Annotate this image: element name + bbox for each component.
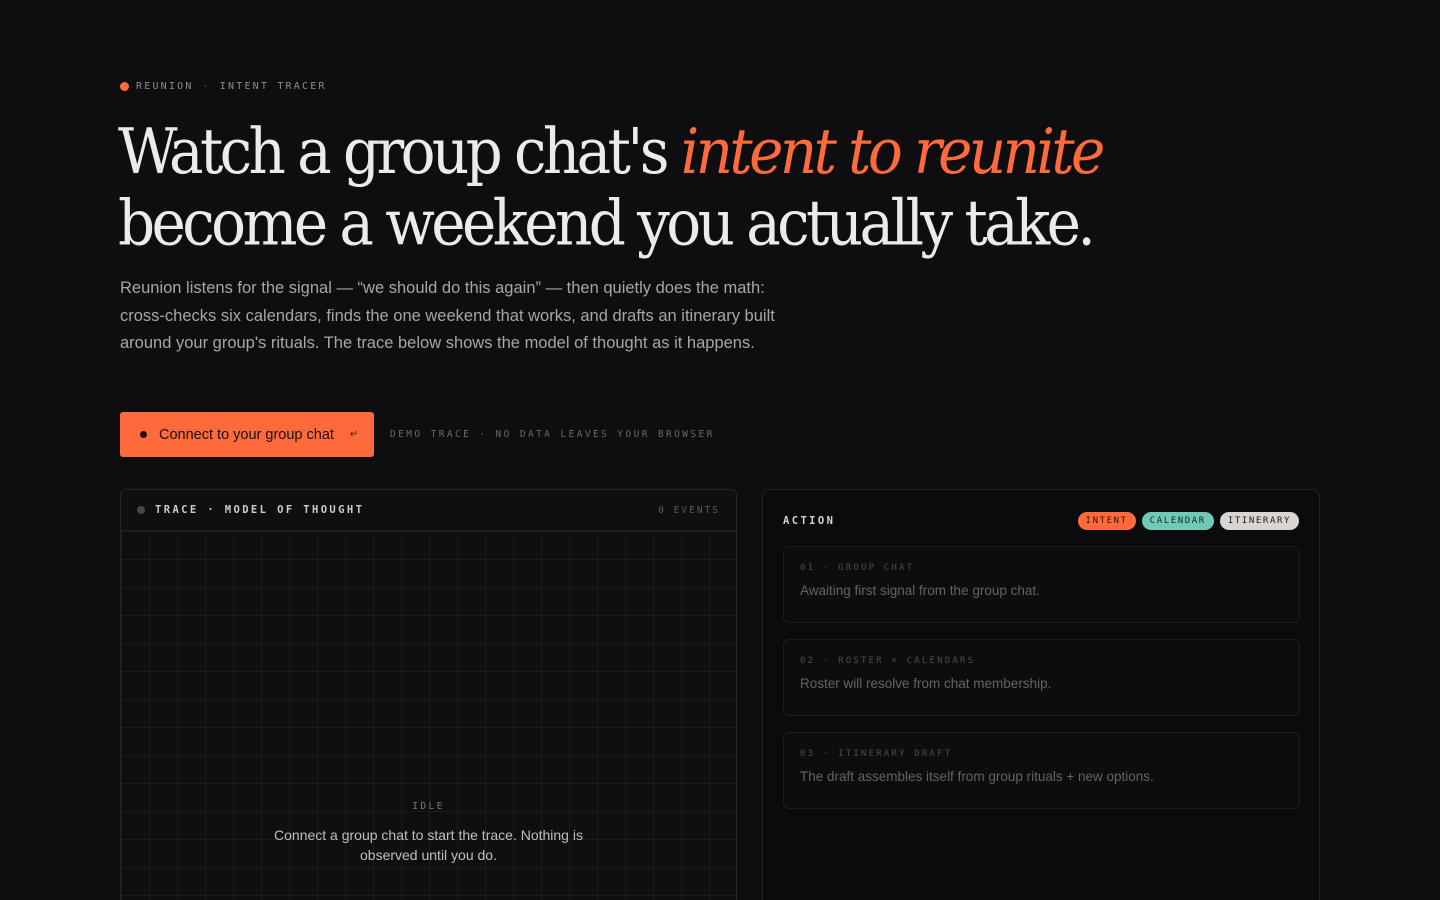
trace-canvas: IDLE Connect a group chat to start the t… [121,531,736,900]
connect-button-label: Connect to your group chat [159,426,334,443]
action-panel: ACTION INTENT CALENDAR ITINERARY 01 · GR… [762,489,1320,900]
idle-state: IDLE Connect a group chat to start the t… [121,801,736,865]
calendar-badge: CALENDAR [1141,512,1214,530]
idle-message: Connect a group chat to start the trace.… [274,827,583,863]
button-dot-icon [140,431,147,438]
step-description: Roster will resolve from chat membership… [800,676,1052,691]
trace-panel: TRACE · MODEL OF THOUGHT 0 EVENTS IDLE C… [120,489,737,900]
step-roster-calendars: 02 · ROSTER × CALENDARS Roster will reso… [783,639,1300,716]
step-group-chat: 01 · GROUP CHAT Awaiting first signal fr… [783,546,1300,623]
trace-header: TRACE · MODEL OF THOUGHT 0 EVENTS [121,490,736,531]
headline-accent: intent to reunite [680,114,1106,189]
headline: Watch a group chat's intent to reunite b… [118,114,1106,260]
connect-group-chat-button[interactable]: Connect to your group chat ↵ [120,412,374,457]
step-tag: 02 · ROSTER × CALENDARS [800,656,976,666]
idle-label: IDLE [412,801,445,812]
step-description: Awaiting first signal from the group cha… [800,583,1040,598]
lede-paragraph: Reunion listens for the signal — “we sho… [120,279,775,352]
action-header: ACTION INTENT CALENDAR ITINERARY [783,512,1299,530]
step-itinerary-draft: 03 · ITINERARY DRAFT The draft assembles… [783,732,1300,809]
return-key-icon: ↵ [349,429,359,440]
product-name: INTENT TRACER [219,81,327,92]
trace-title: TRACE · MODEL OF THOUGHT [155,504,365,516]
page: REUNION · INTENT TRACER Watch a group ch… [0,0,1440,900]
step-description: The draft assembles itself from group ri… [800,769,1154,784]
event-count: 0 EVENTS [658,504,720,516]
brand-name: REUNION [136,81,194,92]
step-tag: 03 · ITINERARY DRAFT [800,749,953,759]
intent-badge: INTENT [1077,512,1136,530]
eyebrow: REUNION · INTENT TRACER [120,81,327,92]
action-title: ACTION [783,515,836,527]
itinerary-badge: ITINERARY [1219,512,1299,530]
eyebrow-separator: · [202,81,211,92]
headline-line2: become a weekend you actually take. [118,186,1096,260]
badge-legend: INTENT CALENDAR ITINERARY [1077,512,1299,530]
trace-status-dot-icon [137,506,145,514]
demo-note: DEMO TRACE · NO DATA LEAVES YOUR BROWSER [390,429,715,440]
status-dot-icon [120,82,129,91]
headline-line1: Watch a group chat's [118,114,681,189]
step-tag: 01 · GROUP CHAT [800,563,915,573]
